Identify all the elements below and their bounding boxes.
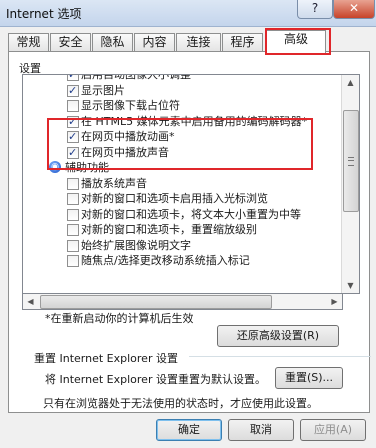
settings-list-items: 启用自动图像大小调整显示图片显示图像下载占位符在 HTML5 媒体元素中启用备用… (23, 74, 341, 269)
settings-list[interactable]: 启用自动图像大小调整显示图片显示图像下载占位符在 HTML5 媒体元素中启用备用… (22, 74, 360, 294)
tab-highlight-box (265, 28, 331, 55)
setting-label: 显示图片 (81, 83, 125, 97)
setting-row[interactable]: 随焦点/选择更改移动系统插入标记 (23, 253, 341, 269)
restore-advanced-settings-button[interactable]: 还原高级设置(R) (217, 325, 339, 347)
window-title: Internet 选项 (6, 7, 82, 21)
tab-connections[interactable]: 连接 (176, 33, 221, 52)
setting-row[interactable]: 对新的窗口和选项卡，将文本大小重置为中等 (23, 207, 341, 223)
setting-row[interactable]: 对新的窗口和选项卡启用插入光标浏览 (23, 191, 341, 207)
setting-row[interactable]: 显示图像下载占位符 (23, 98, 341, 114)
setting-checkbox[interactable] (67, 100, 79, 112)
setting-label: 对新的窗口和选项卡，重置缩放级别 (81, 223, 257, 236)
setting-row[interactable]: 启用自动图像大小调整 (23, 74, 341, 83)
setting-checkbox[interactable] (67, 177, 79, 190)
vertical-scrollbar[interactable]: ▲ ▼ (341, 75, 359, 293)
setting-row[interactable]: 始终扩展图像说明文字 (23, 238, 341, 254)
setting-checkbox[interactable] (67, 193, 79, 205)
setting-row[interactable]: 对新的窗口和选项卡，重置缩放级别 (23, 222, 341, 238)
setting-label: 显示图像下载占位符 (81, 99, 180, 112)
tab-privacy[interactable]: 隐私 (92, 33, 133, 52)
setting-label: 播放系统声音 (81, 176, 147, 190)
scroll-left-arrow-icon[interactable]: ◀ (23, 294, 38, 309)
group-divider (189, 356, 371, 357)
setting-row[interactable]: 显示图片 (23, 83, 341, 99)
annotation-highlight-box (47, 118, 313, 170)
close-button[interactable]: ✕ (333, 0, 375, 19)
tab-programs[interactable]: 程序 (222, 33, 263, 52)
setting-checkbox[interactable] (67, 75, 79, 82)
reset-description: 将 Internet Explorer 设置重置为默认设置。 (45, 373, 266, 386)
setting-label: 始终扩展图像说明文字 (81, 238, 191, 252)
title-bar: Internet 选项 ? ✕ (0, 0, 376, 27)
tab-general[interactable]: 常规 (8, 33, 49, 52)
horizontal-scroll-thumb[interactable] (40, 295, 272, 309)
tab-security[interactable]: 安全 (50, 33, 91, 52)
setting-label: 启用自动图像大小调整 (81, 74, 191, 81)
grip-icon (348, 157, 354, 166)
advanced-panel: 设置 启用自动图像大小调整显示图片显示图像下载占位符在 HTML5 媒体元素中启… (8, 51, 371, 413)
setting-label: 对新的窗口和选项卡，将文本大小重置为中等 (81, 207, 301, 221)
cancel-button[interactable]: 取消 (228, 419, 294, 441)
reset-warning-text: 只有在浏览器处于无法使用的状态时，才应使用此设置。 (43, 397, 318, 410)
setting-checkbox[interactable] (67, 83, 79, 98)
tab-content[interactable]: 内容 (134, 33, 175, 52)
ok-button[interactable]: 确定 (156, 419, 222, 441)
scroll-right-arrow-icon[interactable]: ▶ (327, 294, 342, 309)
setting-label: 随焦点/选择更改移动系统插入标记 (81, 254, 250, 267)
scroll-thumb[interactable] (343, 110, 359, 212)
reset-group-label: 重置 Internet Explorer 设置 (34, 350, 182, 366)
restart-note: *在重新启动你的计算机后生效 (45, 312, 194, 325)
help-button[interactable]: ? (297, 0, 333, 19)
setting-checkbox[interactable] (67, 239, 79, 252)
setting-label: 对新的窗口和选项卡启用插入光标浏览 (81, 192, 268, 205)
setting-checkbox[interactable] (67, 208, 79, 221)
horizontal-scrollbar[interactable]: ◀ ▶ (22, 293, 343, 310)
scroll-down-arrow-icon[interactable]: ▼ (343, 278, 358, 293)
setting-checkbox[interactable] (67, 224, 79, 236)
setting-checkbox[interactable] (67, 255, 79, 267)
scroll-up-arrow-icon[interactable]: ▲ (343, 75, 358, 90)
apply-button[interactable]: 应用(A) (300, 419, 366, 441)
reset-button[interactable]: 重置(S)... (275, 367, 343, 389)
setting-row[interactable]: 播放系统声音 (23, 176, 341, 192)
